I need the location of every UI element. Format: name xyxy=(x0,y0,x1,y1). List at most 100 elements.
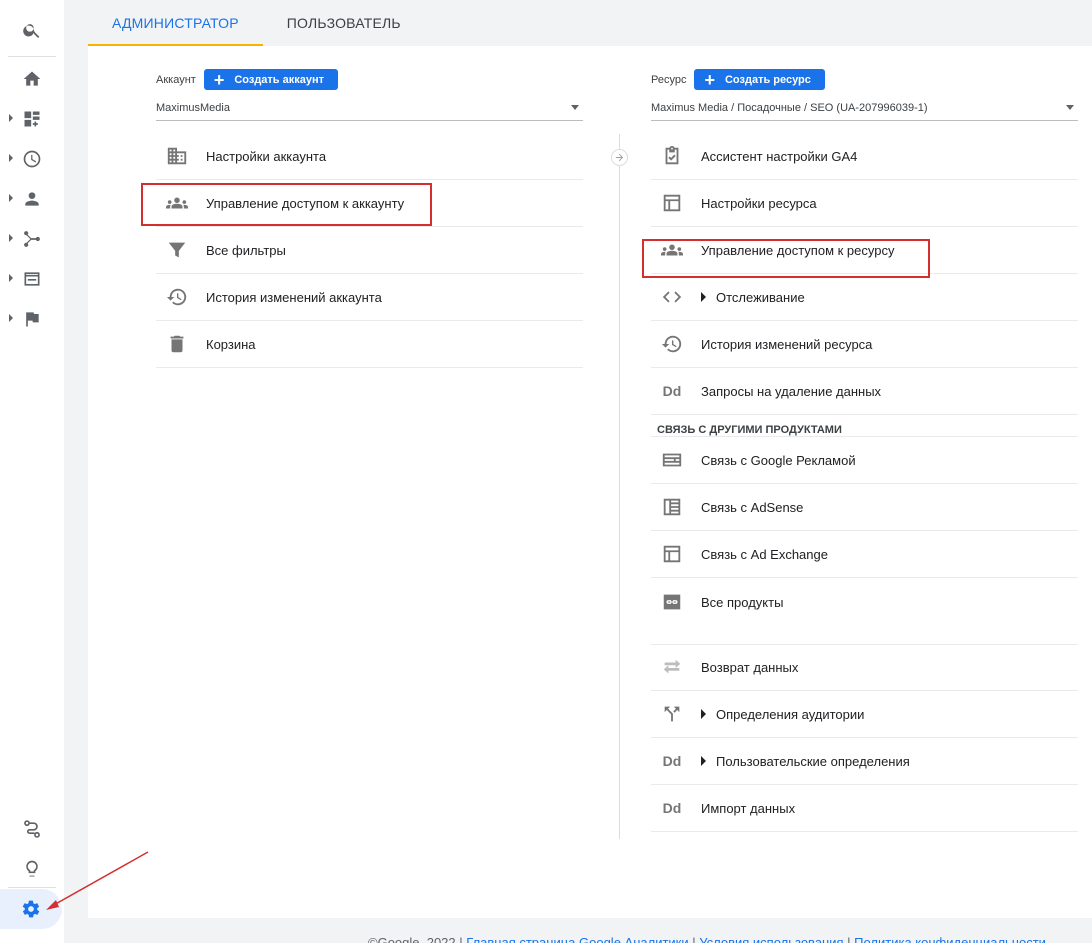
search-icon xyxy=(23,24,40,38)
audience-def-icon xyxy=(659,701,685,727)
custom-definitions-label: Пользовательские определения xyxy=(716,753,910,769)
ga4-assistant-item[interactable]: Ассистент настройки GA4 xyxy=(651,133,1078,180)
data-import-item[interactable]: Dd Импорт данных xyxy=(651,785,1078,832)
expand-triangle-icon xyxy=(701,292,706,302)
history-icon xyxy=(659,331,685,357)
footer-copyright: ©Google, 2022 | xyxy=(368,935,463,943)
home-icon xyxy=(23,71,41,86)
ga4-assistant-label: Ассистент настройки GA4 xyxy=(701,148,858,164)
account-header: Аккаунт + Создать аккаунт xyxy=(156,69,339,90)
conversions-icon xyxy=(26,312,39,327)
footer-link-home[interactable]: Главная страница Google Аналитики xyxy=(466,935,688,943)
postbacks-item[interactable]: Возврат данных xyxy=(651,644,1078,691)
expand-caret-icon xyxy=(9,154,13,162)
property-settings-item[interactable]: Настройки ресурса xyxy=(651,180,1078,227)
attribution-button[interactable] xyxy=(0,809,64,849)
ads-icon xyxy=(659,447,685,473)
all-filters-item[interactable]: Все фильтры xyxy=(156,227,583,274)
account-settings-item[interactable]: Настройки аккаунта xyxy=(156,133,583,180)
attribution-icon xyxy=(24,820,40,838)
footer-link-privacy[interactable]: Политика конфиденциальности xyxy=(854,935,1046,943)
custom-definitions-item[interactable]: Dd Пользовательские определения xyxy=(651,738,1078,785)
audience-icon xyxy=(25,192,39,206)
adsense-link-item[interactable]: Связь с AdSense xyxy=(651,484,1078,531)
tracking-label: Отслеживание xyxy=(716,289,805,305)
search-button[interactable] xyxy=(0,10,64,50)
layout-icon xyxy=(659,190,685,216)
realtime-icon xyxy=(23,150,41,168)
annotation-arrow xyxy=(46,851,149,910)
adexchange-link-label: Связь с Ad Exchange xyxy=(701,546,828,562)
admin-panel: Аккаунт + Создать аккаунт MaximusMedia Н… xyxy=(88,46,1092,918)
dd-icon: Dd xyxy=(662,753,682,769)
trash-item[interactable]: Корзина xyxy=(156,321,583,368)
account-menu: Настройки аккаунта Управление доступом к… xyxy=(156,133,583,368)
audience-button[interactable] xyxy=(0,179,64,219)
google-ads-link-item[interactable]: Связь с Google Рекламой xyxy=(651,437,1078,484)
clipboard-check-icon xyxy=(659,143,685,169)
jump-to-property-button[interactable] xyxy=(611,149,628,166)
left-nav-rail xyxy=(0,0,64,943)
tab-administrator[interactable]: АДМИНИСТРАТОР xyxy=(88,0,263,46)
expand-caret-icon xyxy=(9,194,13,202)
audience-definitions-label: Определения аудитории xyxy=(716,706,865,722)
create-account-button[interactable]: + Создать аккаунт xyxy=(203,69,339,90)
plus-icon: + xyxy=(704,69,715,90)
acquisition-icon xyxy=(24,231,40,247)
lightbulb-icon xyxy=(26,860,38,877)
create-property-button[interactable]: + Создать ресурс xyxy=(694,69,825,90)
product-linking-heading: СВЯЗЬ С ДРУГИМИ ПРОДУКТАМИ xyxy=(651,415,1078,437)
history-icon xyxy=(164,284,190,310)
adexchange-link-item[interactable]: Связь с Ad Exchange xyxy=(651,531,1078,578)
realtime-button[interactable] xyxy=(0,139,64,179)
property-history-item[interactable]: История изменений ресурса xyxy=(651,321,1078,368)
expand-caret-icon xyxy=(9,234,13,242)
account-history-item[interactable]: История изменений аккаунта xyxy=(156,274,583,321)
tracking-item[interactable]: Отслеживание xyxy=(651,274,1078,321)
adexchange-icon xyxy=(659,541,685,567)
footer: ©Google, 2022 | Главная страница Google … xyxy=(368,935,1046,943)
data-deletion-item[interactable]: Dd Запросы на удаление данных xyxy=(651,368,1078,415)
all-filters-label: Все фильтры xyxy=(206,242,286,258)
property-selected: Maximus Media / Посадочные / SEO (UA-207… xyxy=(651,101,928,114)
conversions-button[interactable] xyxy=(0,299,64,339)
chevron-down-icon xyxy=(571,105,579,110)
building-icon xyxy=(164,143,190,169)
code-icon xyxy=(659,284,685,310)
arrow-right-icon xyxy=(615,153,624,162)
acquisition-button[interactable] xyxy=(0,219,64,259)
account-selector[interactable]: MaximusMedia xyxy=(156,95,583,121)
account-selected: MaximusMedia xyxy=(156,101,230,114)
home-button[interactable] xyxy=(0,59,64,99)
postbacks-label: Возврат данных xyxy=(701,660,799,675)
adsense-icon xyxy=(659,494,685,520)
adsense-link-label: Связь с AdSense xyxy=(701,499,804,515)
link-icon xyxy=(659,589,685,615)
property-header: Ресурс + Создать ресурс xyxy=(651,69,825,90)
expand-triangle-icon xyxy=(701,709,706,719)
all-products-item[interactable]: Все продукты xyxy=(651,578,1078,626)
chevron-down-icon xyxy=(1066,105,1074,110)
tab-user[interactable]: ПОЛЬЗОВАТЕЛЬ xyxy=(263,0,425,46)
expand-triangle-icon xyxy=(701,756,706,766)
property-label: Ресурс xyxy=(651,73,687,86)
data-deletion-label: Запросы на удаление данных xyxy=(701,383,882,399)
account-settings-label: Настройки аккаунта xyxy=(206,148,327,164)
account-history-label: История изменений аккаунта xyxy=(206,289,382,305)
customization-button[interactable] xyxy=(0,99,64,139)
behavior-button[interactable] xyxy=(0,259,64,299)
expand-caret-icon xyxy=(9,114,13,122)
customization-icon xyxy=(24,111,40,127)
rail-divider xyxy=(8,56,56,57)
property-selector[interactable]: Maximus Media / Посадочные / SEO (UA-207… xyxy=(651,95,1078,121)
property-settings-label: Настройки ресурса xyxy=(701,195,817,211)
behavior-icon xyxy=(24,272,40,286)
admin-tabs: АДМИНИСТРАТОР ПОЛЬЗОВАТЕЛЬ xyxy=(88,0,425,46)
audience-definitions-item[interactable]: Определения аудитории xyxy=(651,691,1078,738)
filter-icon xyxy=(164,237,190,263)
footer-link-terms[interactable]: Условия использования xyxy=(699,935,843,943)
property-history-label: История изменений ресурса xyxy=(701,336,873,352)
dd-icon: Dd xyxy=(662,383,682,399)
dd-icon: Dd xyxy=(662,800,682,816)
highlight-property-access xyxy=(642,239,930,278)
